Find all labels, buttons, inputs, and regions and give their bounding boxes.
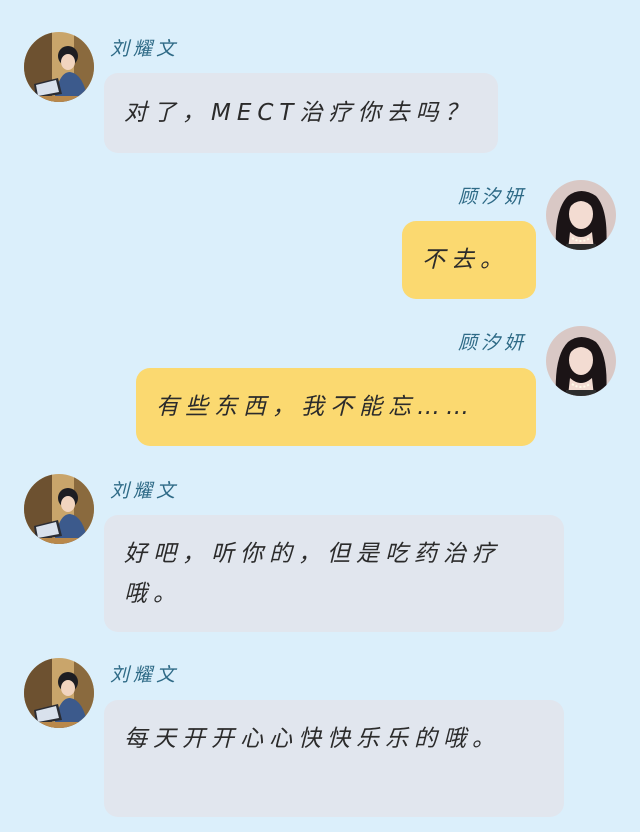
sender-name: 刘耀文 [110,480,180,502]
message-bubble-outgoing[interactable]: 有些东西，我不能忘…… [136,368,536,446]
girl-portrait-avatar[interactable] [546,180,616,250]
boy-with-laptop-avatar[interactable] [24,32,94,102]
message-bubble-incoming[interactable]: 每天开开心心快快乐乐的哦。 [104,700,564,817]
message-bubble-incoming[interactable]: 对了，MECT治疗你去吗？ [104,73,498,153]
boy-with-laptop-avatar[interactable] [24,474,94,544]
sender-name: 刘耀文 [110,664,180,686]
girl-portrait-avatar[interactable] [546,326,616,396]
message-bubble-incoming[interactable]: 好吧，听你的，但是吃药治疗哦。 [104,515,564,632]
sender-name: 刘耀文 [110,38,180,60]
sender-name: 顾汐妍 [458,186,528,208]
boy-with-laptop-avatar[interactable] [24,658,94,728]
sender-name: 顾汐妍 [458,332,528,354]
message-bubble-outgoing[interactable]: 不去。 [402,221,536,299]
